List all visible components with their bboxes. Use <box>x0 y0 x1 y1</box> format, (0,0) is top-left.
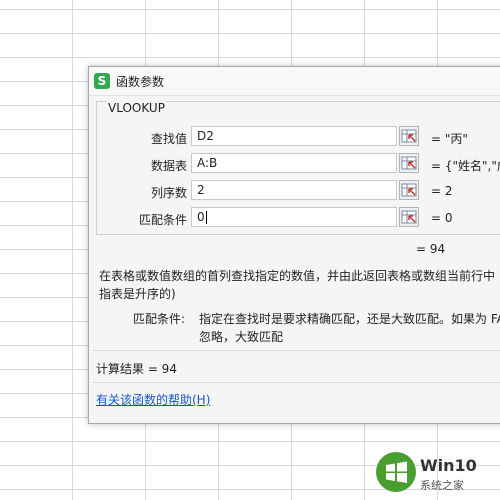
range-picker-button[interactable] <box>399 180 419 200</box>
table-array-input[interactable]: A:B <box>191 153 397 173</box>
lookup-value-input[interactable]: D2 <box>191 126 397 146</box>
divider <box>93 350 500 351</box>
arg-label: 数据表 <box>150 159 187 173</box>
calculation-result: 计算结果 = 94 <box>96 362 177 376</box>
formula-total: = 94 <box>416 242 446 256</box>
range-lookup-value: 0 <box>197 210 205 224</box>
arg-result: = 2 <box>431 184 453 198</box>
arg-row-lookup-value: 查找值 D2 = "丙" <box>97 126 500 148</box>
divider <box>93 382 500 383</box>
range-picker-button[interactable] <box>399 153 419 173</box>
arg-label: 列序数 <box>150 186 187 200</box>
dialog-title: 函数参数 <box>116 74 165 89</box>
arg-label: 查找值 <box>150 132 187 146</box>
range-picker-button[interactable] <box>399 207 419 227</box>
watermark-subtitle: 系统之家 <box>420 479 464 492</box>
arg-row-col-index: 列序数 2 = 2 <box>97 180 500 202</box>
range-select-icon <box>401 156 417 170</box>
parameter-description-text: 指定在查找时是要求精确匹配，还是大致匹配。如果为 FA忽略，大致匹配 <box>199 312 500 344</box>
arg-row-range-lookup: 匹配条件 0 = 0 <box>97 207 500 229</box>
watermark-title: Win10 <box>420 456 477 475</box>
function-args-group: VLOOKUP 查找值 D2 = "丙" 数据表 A:B = {"姓名"," 列… <box>96 101 500 235</box>
dialog-titlebar[interactable]: S 函数参数 <box>89 67 500 96</box>
arg-result: = {"姓名","成 <box>431 159 500 173</box>
range-select-icon <box>401 210 417 224</box>
range-lookup-input[interactable]: 0 <box>191 207 397 227</box>
arg-result: = 0 <box>431 211 453 225</box>
parameter-description-key: 匹配条件: <box>133 312 186 326</box>
range-select-icon <box>401 129 417 143</box>
function-description: 在表格或数值数组的首列查找指定的数值，并由此返回表格或数组当前行中指表是升序的) <box>99 269 496 301</box>
col-index-input[interactable]: 2 <box>191 180 397 200</box>
text-caret <box>205 211 207 224</box>
function-arguments-dialog: S 函数参数 VLOOKUP 查找值 D2 = "丙" 数据表 A:B = {"… <box>88 66 500 424</box>
windows-flag-icon <box>386 461 407 483</box>
range-select-icon <box>401 183 417 197</box>
function-name-label: VLOOKUP <box>107 101 166 115</box>
arg-row-table-array: 数据表 A:B = {"姓名","成 <box>97 153 500 175</box>
windows-logo-icon <box>376 452 416 492</box>
arg-label: 匹配条件 <box>138 213 187 227</box>
arg-result: = "丙" <box>431 132 468 146</box>
function-help-link[interactable]: 有关该函数的帮助(H) <box>96 391 210 408</box>
range-picker-button[interactable] <box>399 126 419 146</box>
site-watermark: Win10 系统之家 <box>370 448 500 498</box>
wps-app-icon: S <box>94 73 110 89</box>
